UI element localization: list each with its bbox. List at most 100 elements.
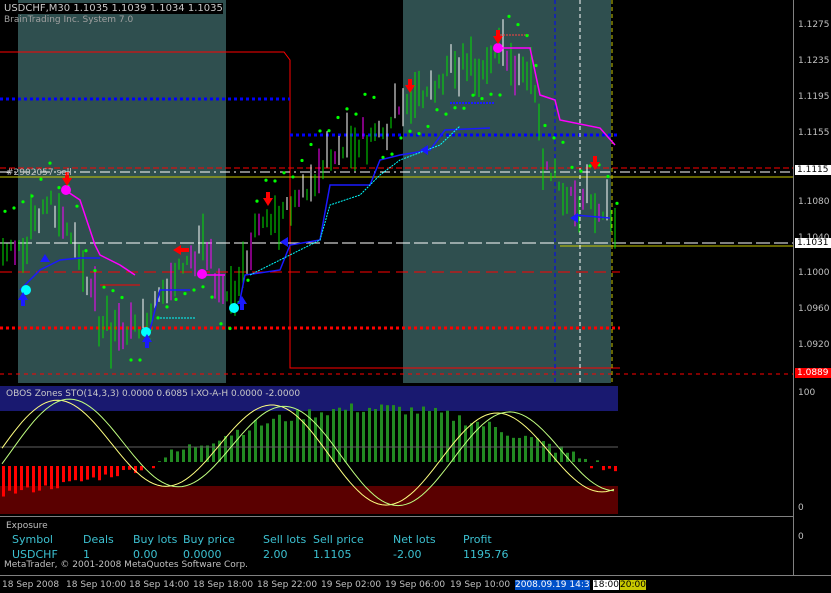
time-label: 19 Sep 06:00 [385,580,445,590]
histogram-bar [512,438,515,462]
buy-signal-dot [141,327,151,337]
histogram-bar [164,457,167,462]
sar-dot [390,153,393,156]
histogram-bar [368,408,371,462]
oversold-zone [0,486,618,514]
histogram-bar [392,405,395,462]
sar-dot [102,286,105,289]
sar-dot [327,129,330,132]
histogram-bar [254,420,257,462]
sar-dot [12,206,15,209]
histogram-bar [50,466,53,489]
bid-price-tag: 1.1031 [795,238,831,248]
time-label: 18 Sep 18:00 [193,580,253,590]
histogram-bar [98,466,101,480]
histogram-bar [344,410,347,462]
histogram-bar [56,466,59,488]
exposure-header: Buy lots [133,533,177,546]
sar-dot [39,178,42,181]
histogram-bar [2,466,5,497]
sar-dot [75,205,78,208]
sar-dot [543,124,546,127]
histogram-bar [200,446,203,462]
sar-dot [255,200,258,203]
sar-dot [111,289,114,292]
histogram-bar [578,458,581,462]
sar-dot [534,64,537,67]
sar-dot [408,130,411,133]
histogram-bar [572,452,575,462]
histogram-bar [26,466,29,487]
sar-dot [462,107,465,110]
histogram-bar [80,466,83,481]
histogram-bar [182,450,185,462]
histogram-bar [398,407,401,462]
histogram-bar [176,451,179,462]
time-label: 18 Sep 10:00 [66,580,126,590]
histogram-bar [92,466,95,477]
price-chart[interactable] [0,0,793,383]
sar-dot [282,171,285,174]
sar-dot [579,170,582,173]
sar-dot [345,107,348,110]
symbol-header: USDCHF,M30 1.1035 1.1039 1.1034 1.1035 [4,3,223,14]
histogram-bar [170,449,173,462]
oscillator-header: OBOS Zones STO(14,3,3) 0.0000 0.6085 I-X… [6,389,300,399]
sar-dot [516,23,519,26]
histogram-bar [278,415,281,462]
price-chart-svg [0,0,793,383]
oscillator-svg [0,386,793,516]
histogram-bar [482,426,485,462]
sell-signal-dot [61,185,71,195]
sar-dot [507,15,510,18]
sar-dot [120,296,123,299]
histogram-bar [410,407,413,462]
histogram-bar [284,421,287,462]
exposure-value: 1.1105 [313,548,352,561]
price-axis[interactable] [793,0,831,575]
sar-dot [417,132,420,135]
time-axis[interactable]: 18 Sep 2008 18 Sep 10:00 18 Sep 14:00 18… [0,575,831,593]
histogram-bar [20,466,23,490]
sar-dot [336,116,339,119]
sar-dot [435,108,438,111]
sar-dot [48,162,51,165]
time-label: 18 Sep 22:00 [257,580,317,590]
histogram-bar [596,460,599,462]
histogram-bar [614,466,617,471]
order-line-label[interactable]: #2902057 sell [6,168,72,178]
sar-dot [183,292,186,295]
histogram-bar [416,414,419,462]
histogram-bar [608,466,611,469]
sell-signal-dot [493,43,503,53]
histogram-bar [236,430,239,462]
histogram-bar [320,412,323,462]
histogram-bar [86,466,89,480]
histogram-bar [524,436,527,462]
sar-dot [210,295,213,298]
sar-dot [300,159,303,162]
sar-dot [489,93,492,96]
sar-dot [201,285,204,288]
histogram-bar [242,435,245,462]
histogram-bar [356,412,359,462]
histogram-bar [374,409,377,462]
sar-dot [84,249,87,252]
sar-dot [264,179,267,182]
histogram-bar [260,426,263,462]
sar-dot [129,358,132,361]
histogram-bar [494,427,497,462]
sar-dot [273,179,276,182]
sar-dot [444,113,447,116]
oscillator-pane[interactable] [0,386,793,516]
exposure-header: Net lots [393,533,436,546]
exposure-header: Buy price [183,533,235,546]
price-tick: 1.1080 [798,197,830,207]
exposure-value: 1195.76 [463,548,509,561]
histogram-bar [32,466,35,492]
exposure-header: Sell lots [263,533,306,546]
histogram-bar [422,407,425,462]
sell-arrow-icon [263,192,273,206]
sar-dot [192,288,195,291]
buy-signal-dot [229,303,239,313]
